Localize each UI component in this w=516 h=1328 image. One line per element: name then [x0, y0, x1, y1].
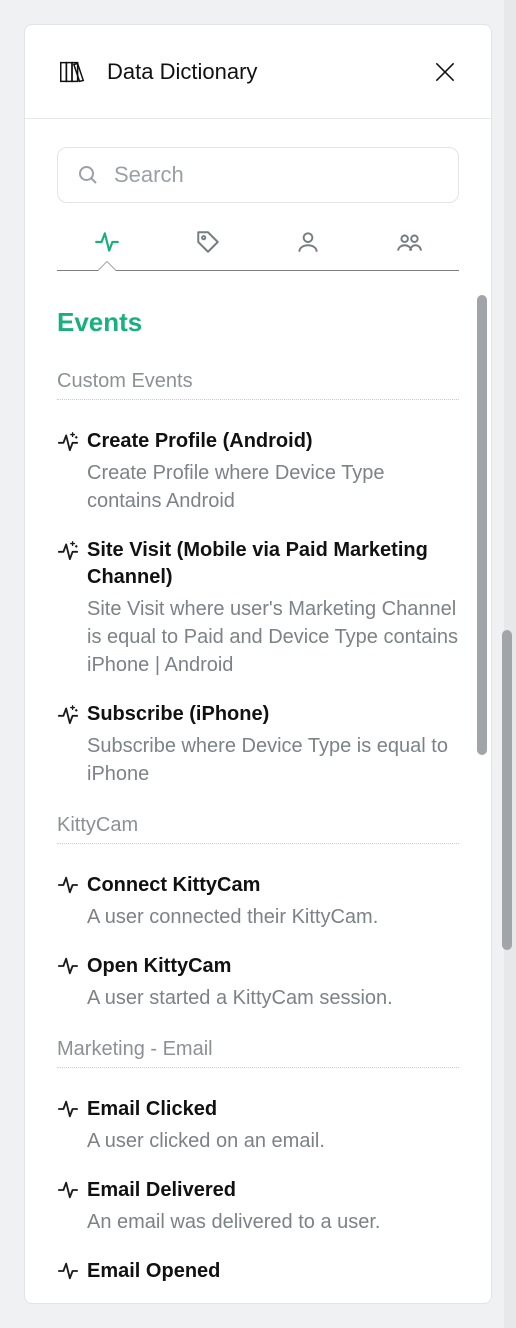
- users-icon: [396, 229, 422, 260]
- event-row[interactable]: Open KittyCam A user started a KittyCam s…: [57, 931, 459, 1012]
- group-label: KittyCam: [57, 814, 459, 844]
- event-text: Email Opened: [87, 1258, 459, 1285]
- event-text: Create Profile (Android) Create Profile w…: [87, 428, 459, 515]
- inner-scrollbar-thumb[interactable]: [477, 295, 487, 755]
- event-row[interactable]: Email Clicked A user clicked on an email.: [57, 1074, 459, 1155]
- event-description: Subscribe where Device Type is equal to …: [87, 732, 459, 788]
- tab-bar: [57, 219, 459, 271]
- custom-event-icon: [57, 539, 79, 561]
- event-row[interactable]: Connect KittyCam A user connected their K…: [57, 850, 459, 931]
- data-dictionary-panel: Data Dictionary: [24, 24, 492, 1304]
- custom-event-icon: [57, 430, 79, 452]
- event-text: Subscribe (iPhone) Subscribe where Device…: [87, 701, 459, 788]
- event-text: Open KittyCam A user started a KittyCam s…: [87, 953, 459, 1012]
- event-name: Connect KittyCam: [87, 872, 459, 899]
- custom-event-icon: [57, 703, 79, 725]
- group-label: Custom Events: [57, 370, 459, 400]
- search-input[interactable]: [114, 162, 440, 188]
- active-tab-caret: [57, 262, 158, 271]
- event-description: A user clicked on an email.: [87, 1127, 459, 1155]
- activity-icon: [57, 1098, 79, 1120]
- event-row[interactable]: Create Profile (Android) Create Profile w…: [57, 406, 459, 515]
- event-name: Email Opened: [87, 1258, 459, 1285]
- event-description: A user connected their KittyCam.: [87, 903, 459, 931]
- tab-tags[interactable]: [158, 219, 259, 270]
- event-name: Email Delivered: [87, 1177, 459, 1204]
- event-name: Open KittyCam: [87, 953, 459, 980]
- event-text: Email Delivered An email was delivered to…: [87, 1177, 459, 1236]
- search-row: [25, 119, 491, 209]
- event-description: Create Profile where Device Type contain…: [87, 459, 459, 515]
- event-description: A user started a KittyCam session.: [87, 984, 459, 1012]
- event-row[interactable]: Site Visit (Mobile via Paid Marketing Ch…: [57, 515, 459, 679]
- activity-icon: [57, 1179, 79, 1201]
- event-name: Subscribe (iPhone): [87, 701, 459, 728]
- event-name: Site Visit (Mobile via Paid Marketing Ch…: [87, 537, 459, 591]
- event-text: Site Visit (Mobile via Paid Marketing Ch…: [87, 537, 459, 679]
- books-icon: [57, 57, 87, 87]
- event-row[interactable]: Subscribe (iPhone) Subscribe where Device…: [57, 679, 459, 788]
- event-text: Email Clicked A user clicked on an email.: [87, 1096, 459, 1155]
- close-button[interactable]: [431, 58, 459, 86]
- panel-title: Data Dictionary: [107, 59, 431, 85]
- event-name: Email Clicked: [87, 1096, 459, 1123]
- event-description: An email was delivered to a user.: [87, 1208, 459, 1236]
- activity-icon: [94, 229, 120, 260]
- tab-group[interactable]: [359, 219, 460, 270]
- event-name: Create Profile (Android): [87, 428, 459, 455]
- event-description: Site Visit where user's Marketing Channe…: [87, 595, 459, 679]
- activity-icon: [57, 874, 79, 896]
- group-label: Marketing - Email: [57, 1038, 459, 1068]
- activity-icon: [57, 1260, 79, 1282]
- search-box[interactable]: [57, 147, 459, 203]
- search-icon: [76, 163, 100, 187]
- event-row[interactable]: Email Opened: [57, 1236, 459, 1285]
- panel-header: Data Dictionary: [25, 25, 491, 119]
- tag-icon: [195, 229, 221, 260]
- outer-scrollbar-thumb[interactable]: [502, 630, 512, 950]
- user-icon: [295, 229, 321, 260]
- event-text: Connect KittyCam A user connected their K…: [87, 872, 459, 931]
- activity-icon: [57, 955, 79, 977]
- tab-user[interactable]: [258, 219, 359, 270]
- content-scroll-area: Events Custom Events Create Profile (Andr…: [25, 295, 491, 1303]
- event-row[interactable]: Email Delivered An email was delivered to…: [57, 1155, 459, 1236]
- section-title: Events: [57, 307, 459, 338]
